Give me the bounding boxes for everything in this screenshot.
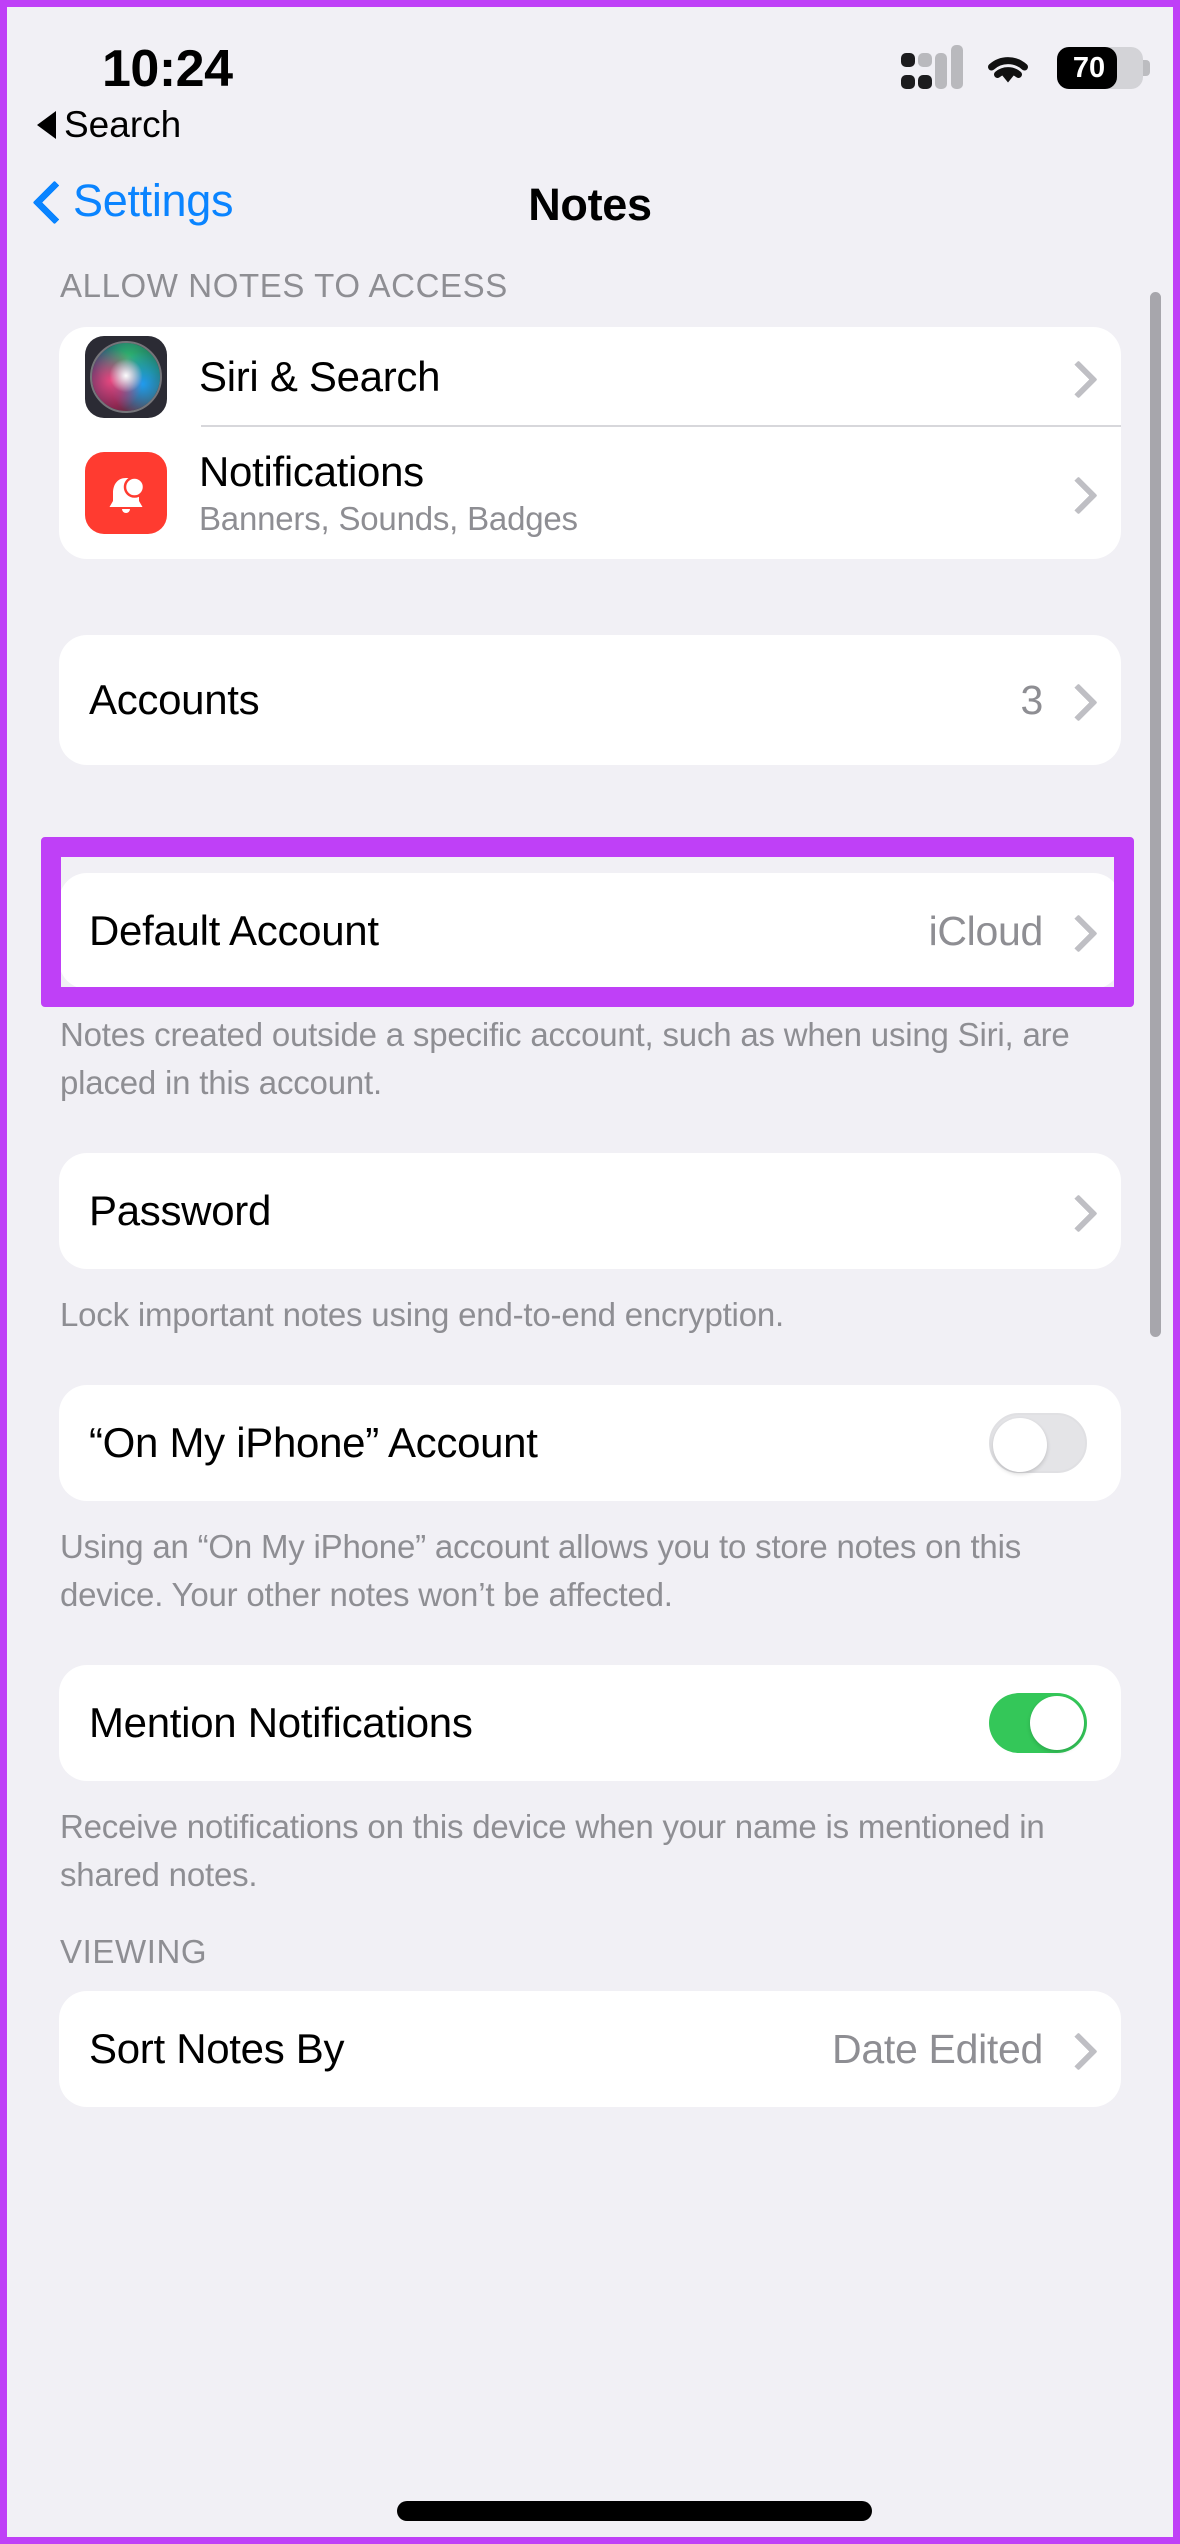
- row-accounts-label: Accounts: [89, 676, 260, 723]
- password-card: Password: [59, 1153, 1121, 1269]
- row-mention-notifications-label: Mention Notifications: [89, 1699, 473, 1746]
- notifications-bell-icon: [85, 452, 167, 534]
- chevron-right-icon: [1065, 1193, 1087, 1229]
- row-sort-notes-by[interactable]: Sort Notes By Date Edited: [59, 1991, 1121, 2107]
- password-footnote: Lock important notes using end-to-end en…: [60, 1296, 784, 1333]
- navigation-bar: Settings Notes: [7, 157, 1173, 267]
- mention-notifications-card: Mention Notifications: [59, 1665, 1121, 1781]
- battery-level-label: 70: [1072, 51, 1106, 84]
- vertical-scrollbar[interactable]: [1150, 292, 1161, 1337]
- triangle-left-icon: [37, 111, 56, 139]
- section-header-viewing: VIEWING: [60, 1933, 208, 1970]
- row-default-account-value: iCloud: [928, 907, 1044, 954]
- row-on-my-iphone-account: “On My iPhone” Account: [59, 1385, 1121, 1501]
- row-on-my-iphone-label: “On My iPhone” Account: [89, 1419, 538, 1466]
- status-bar-time: 10:24: [102, 40, 233, 98]
- accounts-card: Accounts 3: [59, 635, 1121, 765]
- page-title: Notes: [528, 179, 652, 230]
- row-sort-notes-by-value: Date Edited: [832, 2025, 1043, 2072]
- on-my-iphone-toggle[interactable]: [989, 1413, 1087, 1473]
- cellular-signal-icon: [901, 45, 963, 89]
- viewing-card: Sort Notes By Date Edited: [59, 1991, 1121, 2107]
- black-strike-annotation: [397, 2501, 872, 2521]
- row-accounts[interactable]: Accounts 3: [59, 635, 1121, 765]
- chevron-right-icon: [1065, 682, 1087, 718]
- row-siri-and-search[interactable]: Siri & Search: [59, 327, 1121, 427]
- on-my-iphone-card: “On My iPhone” Account: [59, 1385, 1121, 1501]
- access-card: Siri & Search Notifications Banners, Sou…: [59, 327, 1121, 559]
- row-notifications[interactable]: Notifications Banners, Sounds, Badges: [59, 427, 1121, 559]
- iphone-settings-screen: 10:24 Search 70 Settings Notes ALLOW NOT…: [0, 0, 1180, 2544]
- chevron-right-icon: [1065, 913, 1087, 949]
- row-accounts-count: 3: [1020, 676, 1043, 723]
- wifi-icon: [982, 48, 1034, 88]
- row-default-account[interactable]: Default Account iCloud: [59, 873, 1121, 989]
- row-password[interactable]: Password: [59, 1153, 1121, 1269]
- mention-notifications-footnote: Receive notifications on this device whe…: [60, 1808, 1045, 1893]
- row-notifications-label: Notifications: [199, 448, 424, 495]
- default-account-footnote: Notes created outside a specific account…: [60, 1016, 1070, 1101]
- chevron-right-icon: [1065, 2031, 1087, 2067]
- siri-icon: [85, 336, 167, 418]
- row-notifications-subtitle: Banners, Sounds, Badges: [199, 500, 578, 537]
- back-to-search-button[interactable]: Search: [37, 104, 181, 146]
- row-siri-and-search-label: Siri & Search: [199, 353, 441, 400]
- status-bar: 10:24 Search 70: [7, 7, 1173, 157]
- section-header-access: ALLOW NOTES TO ACCESS: [60, 267, 508, 304]
- row-sort-notes-by-label: Sort Notes By: [89, 2025, 345, 2072]
- row-mention-notifications: Mention Notifications: [59, 1665, 1121, 1781]
- on-my-iphone-footnote: Using an “On My iPhone” account allows y…: [60, 1528, 1021, 1613]
- row-password-label: Password: [89, 1187, 272, 1234]
- chevron-right-icon: [1065, 475, 1087, 511]
- default-account-card: Default Account iCloud: [59, 873, 1121, 989]
- row-default-account-label: Default Account: [89, 907, 379, 954]
- settings-list[interactable]: ALLOW NOTES TO ACCESS Siri & Search Noti…: [7, 267, 1173, 2537]
- battery-icon: 70: [1057, 47, 1150, 89]
- back-to-search-label: Search: [64, 104, 182, 145]
- chevron-right-icon: [1065, 359, 1087, 395]
- mention-notifications-toggle[interactable]: [989, 1693, 1087, 1753]
- status-bar-indicators: 70: [901, 45, 1150, 89]
